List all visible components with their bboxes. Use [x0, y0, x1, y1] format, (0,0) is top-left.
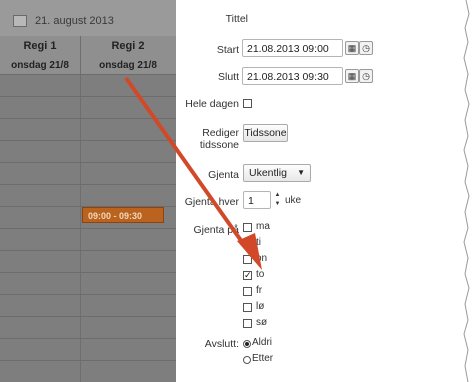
calendar-row-line — [0, 316, 176, 317]
end-datetime-input[interactable]: 21.08.2013 09:30 — [242, 67, 343, 85]
column-header-regi-2[interactable]: Regi 2 — [80, 40, 176, 52]
edit-timezone-label-line2: tidssone — [199, 139, 239, 151]
start-label: Start — [216, 44, 239, 56]
calendar-row-line — [0, 228, 176, 229]
calendar-row-line — [0, 140, 176, 141]
repeat-every-label: Gjenta hver — [184, 196, 239, 208]
title-label: Tittel — [225, 13, 248, 25]
all-day-checkbox[interactable] — [243, 99, 252, 108]
calendar-row-line — [0, 96, 176, 97]
calendar-toolbar: 21. august 2013 — [0, 0, 176, 36]
calendar-icon[interactable]: ▦ — [345, 69, 359, 83]
all-day-label: Hele dagen — [185, 98, 239, 110]
calendar-view: 21. august 2013 Regi 1 onsdag 21/8 Regi … — [0, 0, 176, 382]
weekday-checkbox-on[interactable] — [243, 255, 252, 264]
dropdown-caret-icon: ▼ — [297, 168, 305, 177]
torn-edge-decoration — [463, 0, 474, 382]
calendar-row-line — [0, 250, 176, 251]
weekday-checkbox-ma[interactable] — [243, 223, 252, 232]
end-never-radio[interactable] — [243, 340, 251, 348]
event-form: Tittel Start 21.08.2013 09:00 ▦ ◷ Slutt … — [176, 0, 474, 382]
column-subheader-regi-1: onsdag 21/8 — [11, 60, 69, 71]
calendar-row-line — [0, 162, 176, 163]
weekday-label-ti: ti — [256, 237, 261, 248]
end-after-label: Etter — [252, 353, 274, 364]
weekday-checkbox-fr[interactable] — [243, 287, 252, 296]
repeat-on-label: Gjenta på — [193, 224, 239, 236]
check-icon: ✓ — [244, 270, 252, 280]
calendar-column-headers: Regi 1 onsdag 21/8 Regi 2 onsdag 21/8 — [0, 36, 176, 74]
weekday-checkbox-lø[interactable] — [243, 303, 252, 312]
weekday-checkbox-sø[interactable] — [243, 319, 252, 328]
weekday-checkbox-ti[interactable] — [243, 239, 252, 248]
end-repeat-label: Avslutt: — [204, 338, 239, 350]
repeat-select[interactable]: Ukentlig ▼ — [243, 164, 311, 182]
weekday-label-on: on — [256, 253, 268, 264]
column-divider — [80, 36, 81, 382]
calendar-row-line — [0, 74, 176, 75]
end-label: Slutt — [217, 71, 239, 83]
calendar-row-line — [0, 294, 176, 295]
clock-icon[interactable]: ◷ — [359, 69, 373, 83]
calendar-date: 21. august 2013 — [35, 15, 114, 27]
repeat-label: Gjenta — [208, 169, 239, 181]
calendar-row-line — [0, 118, 176, 119]
calendar-event[interactable]: 09:00 - 09:30 — [82, 207, 164, 223]
calendar-row-line — [0, 360, 176, 361]
repeat-every-input[interactable]: 1 — [243, 191, 271, 209]
calendar-icon[interactable]: ▦ — [345, 41, 359, 55]
weekday-label-fr: fr — [256, 285, 263, 296]
repeat-every-unit: uke — [285, 195, 302, 206]
weekday-label-ma: ma — [256, 221, 270, 232]
repeat-select-value: Ukentlig — [249, 167, 287, 179]
column-header-regi-1[interactable]: Regi 1 — [0, 40, 80, 52]
weekday-label-to: to — [256, 269, 265, 280]
weekday-label-sø: sø — [256, 317, 268, 328]
start-datetime-input[interactable]: 21.08.2013 09:00 — [242, 39, 343, 57]
calendar-row-line — [0, 272, 176, 273]
timezone-button[interactable]: Tidssone — [243, 124, 288, 142]
column-subheader-regi-2: onsdag 21/8 — [99, 60, 157, 71]
calendar-icon[interactable] — [13, 15, 27, 27]
end-after-radio[interactable] — [243, 356, 251, 364]
clock-icon[interactable]: ◷ — [359, 41, 373, 55]
weekday-checkbox-to[interactable]: ✓ — [243, 271, 252, 280]
calendar-row-line — [0, 184, 176, 185]
weekday-label-lø: lø — [256, 301, 265, 312]
end-never-label: Aldri — [252, 337, 273, 348]
edit-timezone-label-line1: Rediger — [202, 127, 239, 139]
stepper-icon[interactable]: ▲ ▼ — [273, 191, 282, 209]
calendar-row-line — [0, 338, 176, 339]
